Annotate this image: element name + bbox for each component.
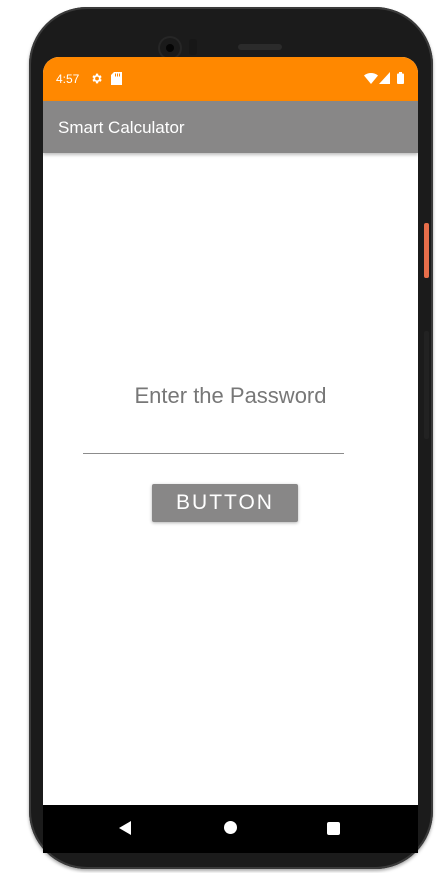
- password-input[interactable]: [83, 427, 344, 454]
- status-time: 4:57: [56, 72, 80, 86]
- status-bar: 4:57: [43, 57, 418, 101]
- home-icon[interactable]: [224, 821, 237, 834]
- front-camera-icon: [160, 38, 180, 58]
- password-prompt-label: Enter the Password: [134, 383, 327, 408]
- earpiece-speaker: [238, 44, 282, 50]
- proximity-sensor: [189, 39, 197, 55]
- power-button[interactable]: [424, 223, 429, 278]
- cell-signal-icon: [379, 72, 390, 87]
- app-title: Smart Calculator: [58, 118, 185, 137]
- navigation-bar: [43, 805, 418, 853]
- settings-gear-icon: [90, 72, 103, 88]
- battery-icon: [397, 72, 404, 87]
- sd-card-icon: [111, 72, 122, 88]
- device-screen: 4:57 Smart Calculator Enter the Password…: [43, 57, 418, 853]
- wifi-icon: [364, 72, 378, 87]
- submit-button[interactable]: BUTTON: [152, 484, 298, 522]
- volume-button[interactable]: [424, 331, 429, 439]
- device-frame-stage: 4:57 Smart Calculator Enter the Password…: [0, 0, 440, 873]
- app-bar: Smart Calculator: [43, 101, 418, 153]
- recents-icon[interactable]: [327, 822, 340, 835]
- back-icon[interactable]: [119, 821, 131, 835]
